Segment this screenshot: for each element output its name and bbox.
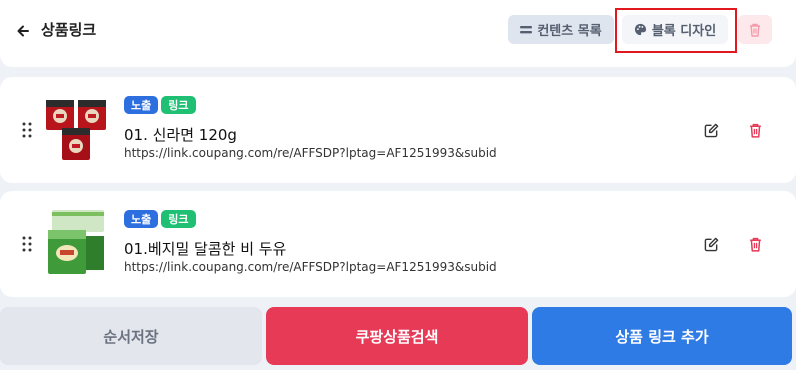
block-design-label: 블록 디자인: [651, 24, 717, 39]
arrow-left-icon: [17, 25, 29, 37]
product-card: 노출 링크 01.베지밀 달콤한 비 두유 https://link.coupa…: [0, 191, 796, 297]
product-title: 01. 신라면 120g: [124, 126, 237, 144]
link-badge: 링크: [161, 96, 196, 114]
drag-handle-icon[interactable]: [21, 121, 33, 139]
palette-icon: [634, 23, 646, 36]
product-thumbnail: [44, 94, 110, 164]
list-icon: [520, 25, 533, 33]
product-thumbnail: [44, 208, 110, 278]
coupang-search-button[interactable]: 쿠팡상품검색: [266, 307, 528, 365]
save-order-button[interactable]: 순서저장: [0, 307, 262, 365]
link-badge: 링크: [161, 210, 196, 228]
expose-badge: 노출: [124, 96, 159, 114]
product-url: https://link.coupang.com/re/AFFSDP?lptag…: [124, 260, 497, 274]
edit-icon: [704, 123, 718, 137]
delete-button[interactable]: [746, 235, 764, 253]
product-url: https://link.coupang.com/re/AFFSDP?lptag…: [124, 146, 497, 160]
edit-icon: [704, 237, 718, 251]
product-title: 01.베지밀 달콤한 비 두유: [124, 240, 287, 258]
drag-handle-icon[interactable]: [21, 235, 33, 253]
edit-button[interactable]: [702, 121, 720, 139]
add-product-link-button[interactable]: 상품 링크 추가: [532, 307, 792, 365]
contents-list-label: 컨텐츠 목록: [537, 24, 602, 39]
contents-list-button[interactable]: 컨텐츠 목록: [508, 15, 614, 44]
trash-icon: [749, 237, 761, 252]
page-title: 상품링크: [41, 21, 97, 39]
header-panel: 상품링크 컨텐츠 목록 블록 디자인: [0, 0, 796, 67]
delete-button[interactable]: [746, 121, 764, 139]
trash-icon: [750, 23, 760, 37]
badge-group: 노출 링크: [124, 210, 196, 228]
edit-button[interactable]: [702, 235, 720, 253]
back-button[interactable]: [14, 22, 32, 40]
trash-icon: [749, 123, 761, 138]
product-card: 노출 링크 01. 신라면 120g https://link.coupang.…: [0, 77, 796, 183]
expose-badge: 노출: [124, 210, 159, 228]
block-design-button[interactable]: 블록 디자인: [622, 15, 728, 44]
delete-all-button[interactable]: [738, 15, 772, 44]
badge-group: 노출 링크: [124, 96, 196, 114]
